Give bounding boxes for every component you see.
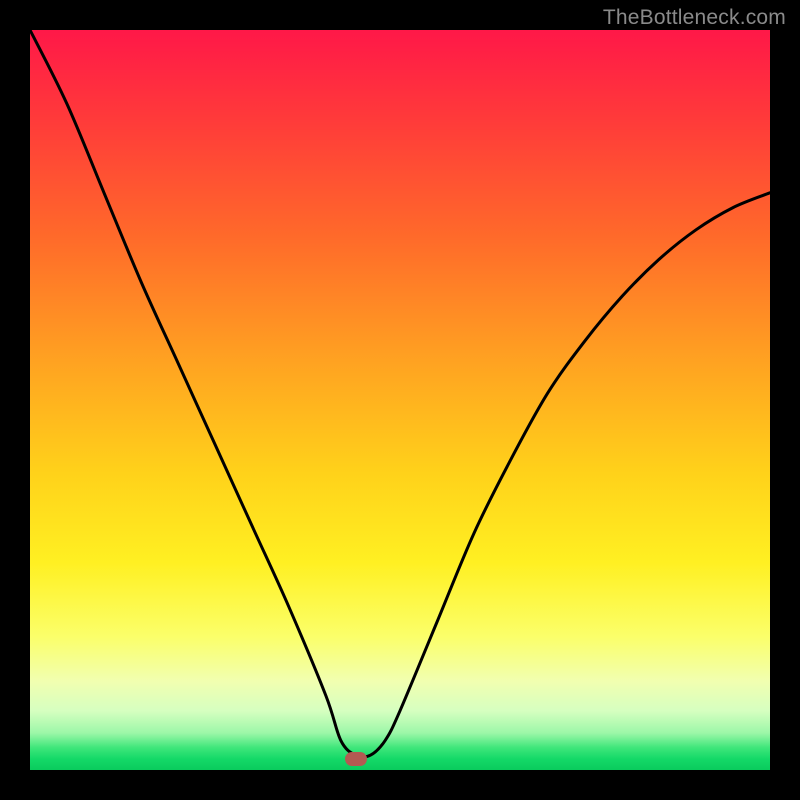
minimum-marker [345,752,367,766]
chart-frame: TheBottleneck.com [0,0,800,800]
watermark-text: TheBottleneck.com [603,6,786,30]
plot-area [30,30,770,770]
bottleneck-curve [30,30,770,770]
